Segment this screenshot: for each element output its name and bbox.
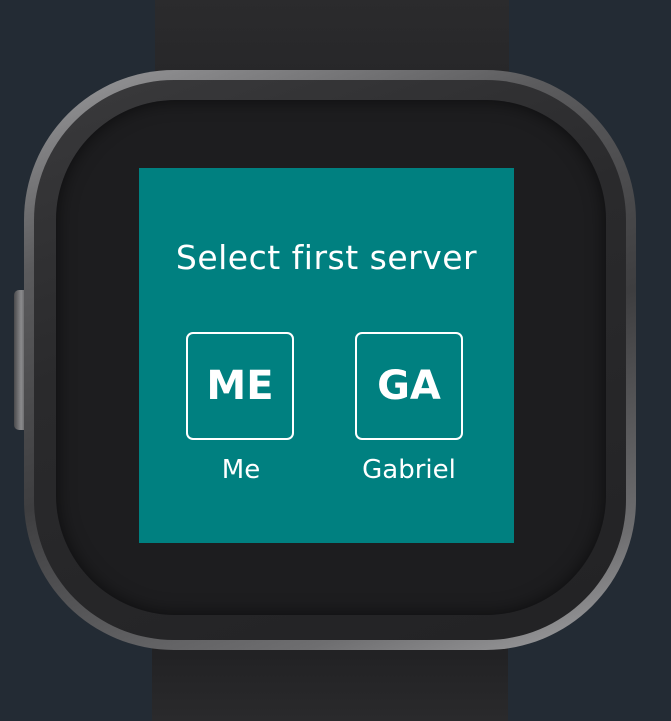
screen-title: Select first server bbox=[175, 238, 478, 277]
server-option-gabriel[interactable]: GA bbox=[355, 332, 463, 440]
watch-screen: Select first server ME Me GA Gabriel bbox=[139, 168, 514, 543]
server-option-me[interactable]: ME bbox=[186, 332, 294, 440]
server-initials-gabriel: GA bbox=[377, 363, 441, 409]
server-label-gabriel: Gabriel bbox=[362, 455, 456, 485]
server-initials-me: ME bbox=[206, 363, 274, 409]
server-label-me: Me bbox=[221, 455, 261, 485]
